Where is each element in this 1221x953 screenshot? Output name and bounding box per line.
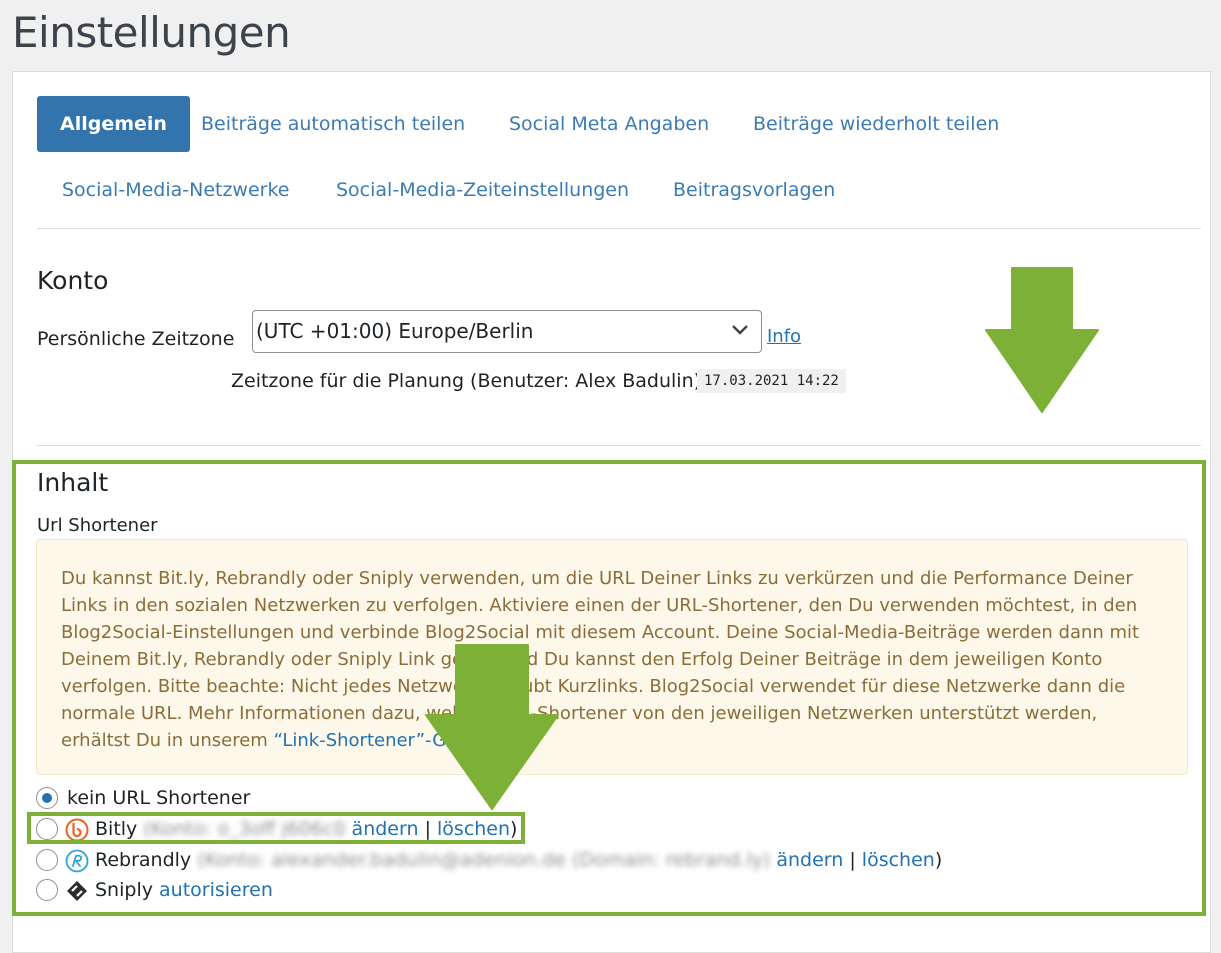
timezone-select-value: (UTC +01:00) Europe/Berlin [256,319,534,343]
planning-timezone-label: Zeitzone für die Planung (Benutzer: Alex… [231,370,702,392]
down-arrow-icon [425,644,559,810]
tab-social-media-netzwerke[interactable]: Social-Media-Netzwerke [62,162,290,218]
current-datetime: 17.03.2021 14:22 [697,369,846,393]
inhalt-highlight-box [12,460,1206,916]
timezone-select[interactable]: (UTC +01:00) Europe/Berlin [252,310,762,353]
tab-beitragsvorlagen[interactable]: Beitragsvorlagen [673,162,835,218]
divider [37,228,1201,229]
tab-beitraege-wiederholt-teilen[interactable]: Beiträge wiederholt teilen [753,96,999,152]
bitly-highlight-box [27,812,525,844]
tab-beitraege-automatisch-teilen[interactable]: Beiträge automatisch teilen [201,96,465,152]
tab-social-media-zeiteinstellungen[interactable]: Social-Media-Zeiteinstellungen [336,162,629,218]
tab-allgemein[interactable]: Allgemein [37,96,190,152]
page-title: Einstellungen [12,8,291,57]
chevron-down-icon [732,325,748,335]
section-title-konto: Konto [37,266,109,295]
timezone-label: Persönliche Zeitzone [37,328,235,350]
tab-social-meta-angaben[interactable]: Social Meta Angaben [509,96,709,152]
down-arrow-icon [985,267,1099,413]
timezone-info-link[interactable]: Info [767,326,801,347]
divider [37,445,1201,446]
